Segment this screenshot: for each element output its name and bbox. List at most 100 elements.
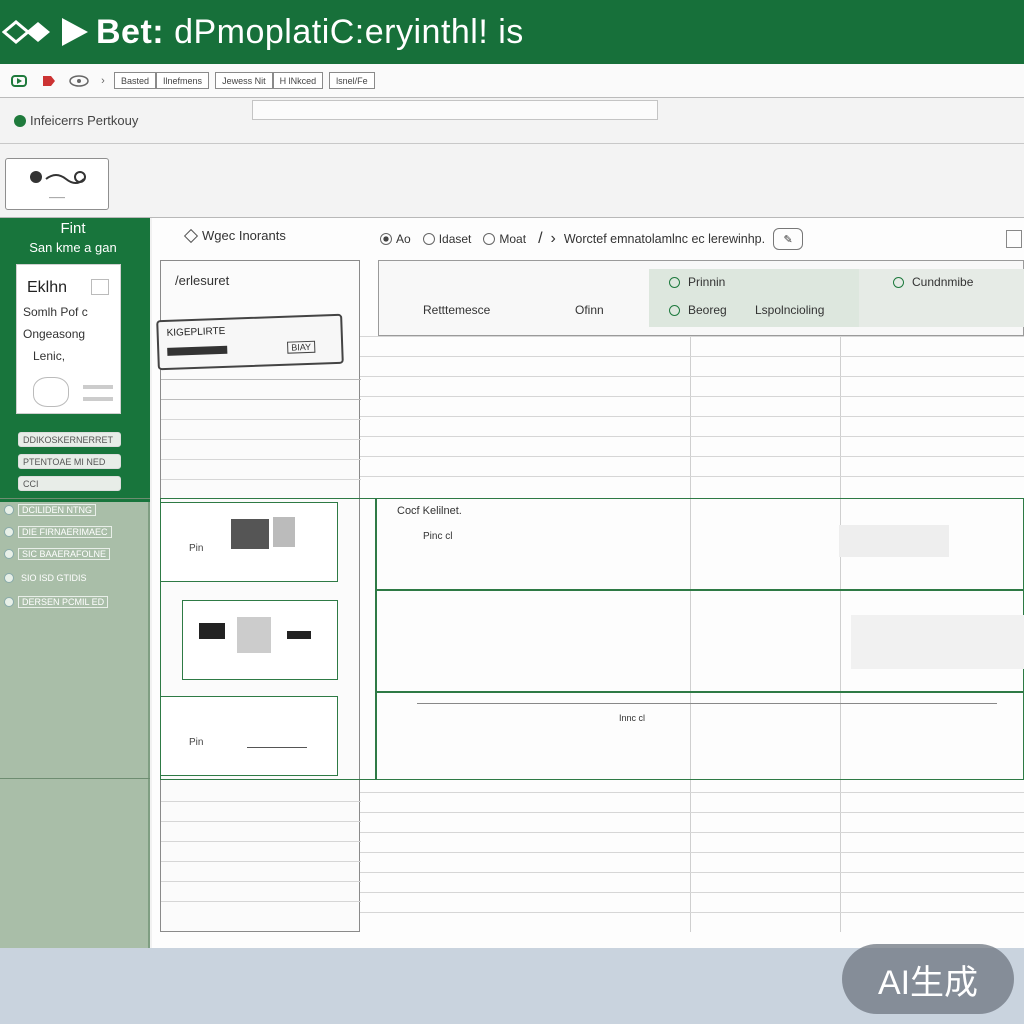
row-3-card-label: Pin (189, 737, 204, 748)
sidebar-pill-2[interactable]: PTENTOAE MI NED (18, 454, 121, 469)
row-group-3[interactable]: Innc cl (376, 692, 1024, 780)
sidebar-item-3[interactable]: SIC BAAERAFOLNE (4, 546, 146, 562)
path-input[interactable] (252, 100, 658, 120)
grid-line (161, 439, 361, 440)
sidebar-item-1[interactable]: DCILIDEN NTNG (4, 502, 146, 518)
tag-card-label: KIGEPLIRTE (166, 325, 226, 339)
row-3-card[interactable]: Pin (160, 696, 338, 776)
grid-line (161, 901, 361, 902)
sidebar-card-line-2: Ongeasong (23, 327, 86, 341)
tag-red-icon[interactable] (38, 72, 60, 90)
watermark-badge: AI生成 (842, 944, 1014, 1014)
sidebar-item-label: SIC BAAERAFOLNE (18, 548, 111, 560)
header-radio-a-label: Prinnin (688, 275, 726, 289)
row-2-card-block-2 (287, 631, 311, 639)
row-group-2[interactable] (376, 590, 1024, 692)
toolbar-button-3[interactable]: Jewess Nit (215, 72, 273, 89)
sidebar-card-line-3: Lenic, (33, 349, 66, 363)
sidebar-subtitle: San kme a gan (29, 240, 117, 255)
row-2-card[interactable] (182, 600, 338, 680)
grid-line (360, 416, 1024, 417)
grid-line (161, 459, 361, 460)
sidebar-item-5[interactable]: DERSEN PCMIL ED (4, 594, 146, 610)
radio-option-2[interactable]: Idaset (422, 232, 471, 246)
header-radio-c[interactable]: Cundnmibe (893, 275, 973, 289)
grid-line (360, 872, 1024, 873)
grid-line (161, 399, 361, 400)
sidebar-item-2[interactable]: DIE FIRNAERIMAEC (4, 524, 146, 540)
path-row: Infeicerrs Pertkouy (0, 98, 1024, 144)
play-green-icon[interactable] (8, 72, 30, 90)
sidebar-card-badge (91, 279, 109, 295)
grid-line (161, 881, 361, 882)
grid-line (360, 436, 1024, 437)
grid-line (360, 456, 1024, 457)
row-3-sub: Innc cl (619, 713, 646, 723)
sidebar-item-label: DCILIDEN NTNG (18, 504, 97, 516)
sidebar-card-heading: Eklhn (27, 279, 68, 296)
grid-line (161, 861, 361, 862)
radio-dot (380, 233, 392, 245)
grid-header: Retttemesce Ofinn Prinnin Beoreg Lspolnc… (378, 260, 1024, 336)
main-tab[interactable]: Wgec Inorants (183, 228, 286, 243)
radio-dot (669, 276, 680, 288)
grid-line (360, 396, 1024, 397)
toolbar-button-4[interactable]: H lNkced (272, 72, 324, 89)
row-2-card-table (237, 617, 271, 653)
grid-line (161, 841, 361, 842)
chevron-icon[interactable]: › (98, 72, 108, 90)
sidebar-item-label: DIE FIRNAERIMAEC (18, 526, 112, 538)
eye-icon[interactable] (68, 72, 90, 90)
sidebar-card-line-1: Somlh Pof c (23, 305, 88, 319)
sidebar-item-label: SIO ISD GTIDIS (21, 573, 87, 583)
main-tab-label: Wgec Inorants (202, 228, 286, 243)
sidebar-pill-3[interactable]: CCI (18, 476, 121, 491)
radio-dot (483, 233, 496, 245)
header-radio-b[interactable]: Beoreg (669, 303, 727, 317)
header-radio-b-label: Beoreg (688, 303, 727, 317)
ribbon-thumbnail-button[interactable]: —— (5, 158, 109, 210)
signature-icon[interactable]: ✎ (773, 228, 804, 250)
app-window: Bet: dPmoplatiC:eryinthl! is › Basted Il… (0, 0, 1024, 948)
sidebar-card[interactable]: Eklhn Somlh Pof c Ongeasong Lenic, (16, 264, 121, 414)
diamond-arrows-icon[interactable] (2, 14, 58, 50)
right-edge-control[interactable] (1006, 230, 1022, 248)
header-radio-c-label: Cundnmibe (912, 275, 974, 289)
toolbar-button-1[interactable]: Basted (114, 72, 157, 89)
tag-card-bar (167, 345, 228, 356)
toolbar: › Basted Ilnefmens Jewess Nit H lNkced l… (0, 64, 1024, 98)
grid-line (360, 476, 1024, 477)
status-dot-icon (14, 114, 26, 127)
radio-dot (669, 304, 680, 316)
chevron-right-icon: › (550, 230, 556, 247)
grid-line (360, 892, 1024, 893)
left-sidebar: Fint San kme a gan Eklhn Somlh Pof c Ong… (0, 218, 150, 948)
row-2-shade (851, 615, 1024, 669)
separator-icon: / (538, 230, 543, 247)
radio-option-1[interactable]: Ao (380, 232, 411, 246)
toolbar-button-5[interactable]: lsnel/Fe (329, 72, 375, 89)
title-arrows (2, 14, 92, 50)
radio-dot (422, 233, 435, 245)
row-1-card[interactable]: Pin (160, 502, 338, 582)
header-mid-label: Ofinn (575, 303, 604, 317)
header-radio-a[interactable]: Prinnin (669, 275, 725, 289)
grid-line (161, 479, 361, 480)
toolbar-button-2[interactable]: Ilnefmens (156, 72, 210, 89)
tag-card[interactable]: KIGEPLIRTE BIAY (156, 313, 344, 371)
row-group-1[interactable]: Cocf Kelilnet. Pinc cl (376, 498, 1024, 590)
row-1-sub: Pinc cl (423, 531, 453, 542)
radio-option-3[interactable]: Moat (483, 232, 526, 246)
ribbon: —— (0, 144, 1024, 218)
grid-line (161, 801, 361, 802)
sidebar-pill-1[interactable]: DDIKOSKERNERRET (18, 432, 121, 447)
main-panel: Wgec Inorants Ao Idaset Moat / › Worctef… (152, 218, 1024, 948)
window-title-bold: Bet: (96, 12, 165, 51)
sidebar-item-icon (4, 549, 14, 559)
grid-line (161, 821, 361, 822)
sidebar-item-4[interactable]: SIO ISD GTIDIS (4, 570, 146, 586)
grid-line (161, 419, 361, 420)
play-arrow-icon[interactable] (58, 14, 92, 50)
ribbon-thumb-caption: —— (49, 192, 65, 202)
left-panel-heading: /erlesuret (175, 273, 230, 288)
